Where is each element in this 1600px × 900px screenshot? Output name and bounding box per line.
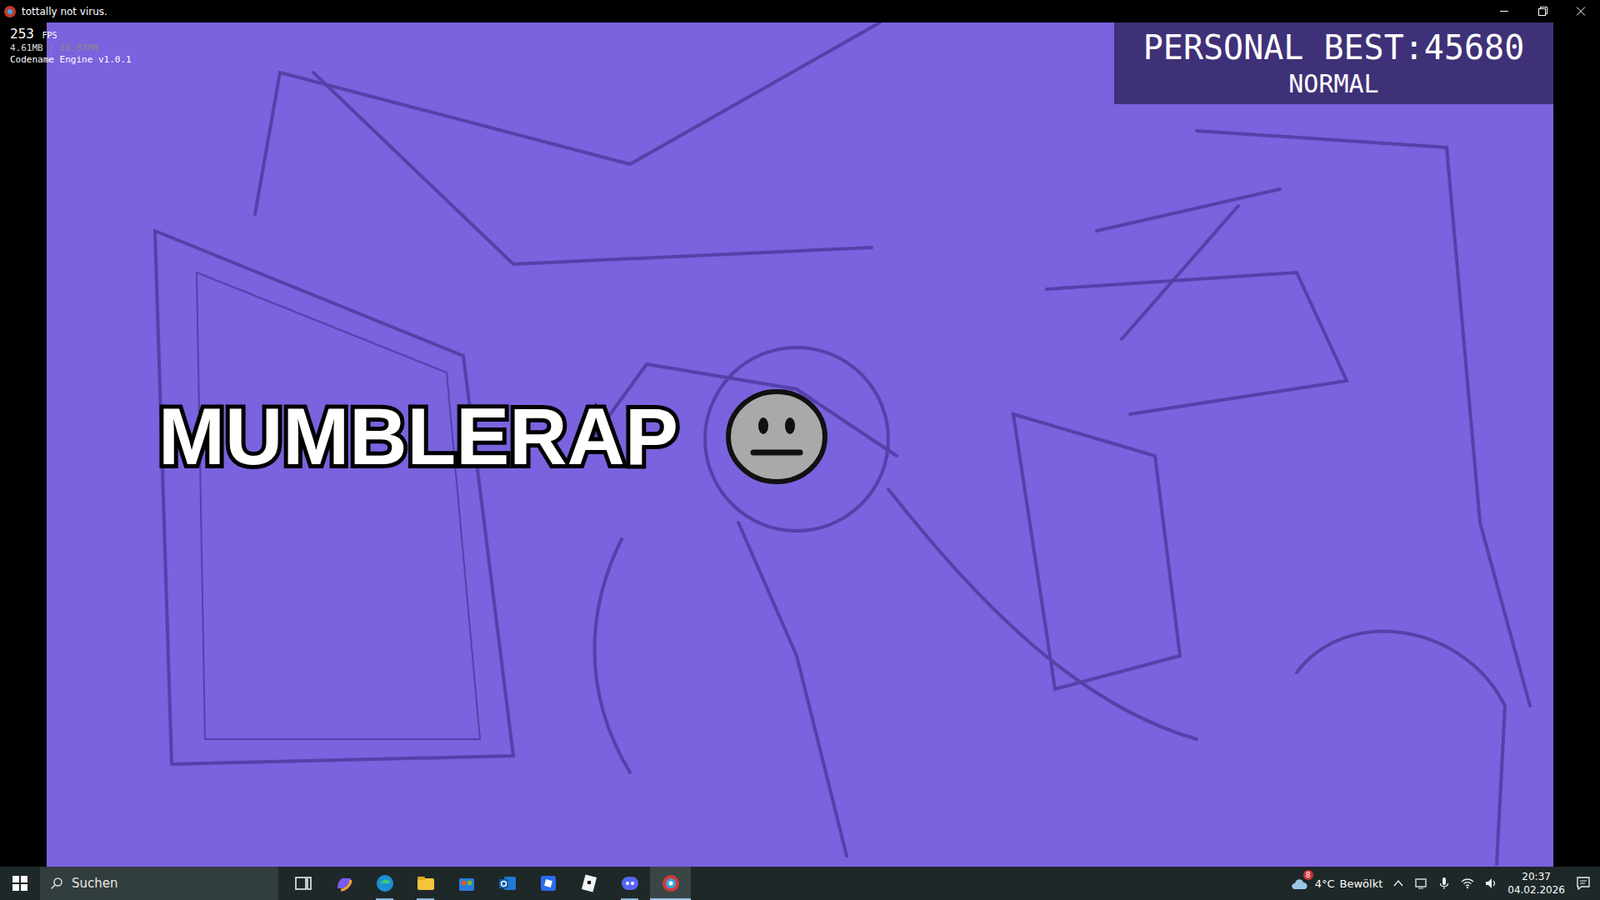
game-icon: [660, 873, 681, 894]
fps-unit: FPS: [42, 30, 58, 40]
chevron-up-icon[interactable]: [1392, 877, 1405, 890]
running-indicator: [416, 898, 435, 900]
taskbar-app[interactable]: [609, 866, 650, 900]
search-icon: [50, 876, 64, 890]
game-icon: [3, 5, 17, 19]
studio-icon: [579, 873, 600, 894]
start-button[interactable]: [0, 866, 40, 900]
weather-badge: 8: [1303, 870, 1314, 880]
weather-widget[interactable]: 8 4°C Bewölkt: [1290, 875, 1384, 891]
search-placeholder: Suchen: [71, 875, 119, 891]
temperature: 4°C: [1315, 877, 1335, 890]
edge-icon: [375, 873, 395, 894]
memory: 4.61MB: [10, 42, 44, 54]
engine-version: Codename Engine v1.0.1: [10, 54, 132, 66]
system-tray: 8 4°C Bewölkt 20:37 04.02.2026: [1290, 870, 1600, 897]
discord-icon: [620, 873, 640, 894]
taskbar-app[interactable]: [282, 866, 324, 900]
taskbar-app[interactable]: [650, 866, 691, 900]
song-title[interactable]: MUMBLERAP: [153, 389, 684, 485]
running-indicator: [620, 898, 639, 900]
game-area: PERSONAL BEST:45680 NORMAL MUMBLERAP: [46, 22, 1554, 867]
taskbar-app[interactable]: [527, 866, 569, 900]
taskbar-app[interactable]: [364, 866, 405, 900]
store-icon: [456, 873, 477, 894]
copilot-icon: [334, 873, 355, 894]
explorer-icon: [415, 873, 436, 894]
fps-counter: 253: [10, 25, 35, 42]
running-indicator: [650, 898, 691, 900]
close-icon[interactable]: [1561, 0, 1600, 23]
taskbar: Suchen 8 4°C Bewölkt 20:37 04.02.2026: [0, 866, 1600, 900]
time: 20:37: [1521, 870, 1551, 884]
minimize-icon[interactable]: [1485, 0, 1524, 23]
screen: tottally not virus. PERSONAL BEST:45680 …: [0, 0, 1600, 900]
microphone-icon[interactable]: [1437, 876, 1451, 890]
restore-icon[interactable]: [1523, 0, 1562, 23]
windows-icon: [12, 875, 28, 891]
difficulty[interactable]: NORMAL: [1288, 69, 1379, 100]
taskview-icon: [293, 873, 314, 894]
neutral-face-icon: [725, 387, 829, 486]
game-viewport: PERSONAL BEST:45680 NORMAL MUMBLERAP 253…: [0, 22, 1600, 867]
taskbar-app[interactable]: [486, 866, 528, 900]
debug-overlay: 253 FPS 4.61MB / 28.87MB Codename Engine…: [10, 25, 132, 66]
weather-condition: Bewölkt: [1340, 877, 1384, 890]
taskbar-app[interactable]: [323, 866, 365, 900]
network-icon[interactable]: [1460, 876, 1475, 890]
outlook-icon: [497, 873, 518, 894]
volume-icon[interactable]: [1484, 876, 1498, 890]
window-title: tottally not virus.: [21, 5, 108, 18]
memory-peak: / 28.87MB: [48, 42, 99, 54]
date: 04.02.2026: [1507, 883, 1565, 897]
device-icon[interactable]: [1414, 876, 1428, 890]
roblox-icon: [538, 873, 559, 894]
notification-icon[interactable]: [1575, 875, 1592, 892]
search-box[interactable]: Suchen: [40, 866, 279, 900]
clock[interactable]: 20:37 04.02.2026: [1507, 870, 1565, 897]
taskbar-app[interactable]: [445, 866, 487, 900]
song-entry[interactable]: MUMBLERAP: [153, 387, 829, 486]
title-bar: tottally not virus.: [0, 0, 1600, 23]
personal-best: PERSONAL BEST:45680: [1143, 25, 1525, 70]
taskbar-app[interactable]: [568, 866, 610, 900]
running-indicator: [375, 898, 394, 900]
personal-best-panel: PERSONAL BEST:45680 NORMAL: [1114, 22, 1554, 105]
taskbar-app[interactable]: [405, 866, 446, 900]
